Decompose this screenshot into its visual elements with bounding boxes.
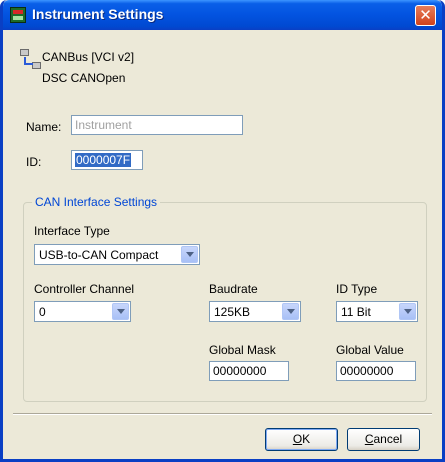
id-value: 0000007F — [75, 153, 132, 167]
cancel-button[interactable]: Cancel — [347, 428, 420, 451]
window-title: Instrument Settings — [32, 6, 164, 22]
baudrate-label: Baudrate — [209, 282, 258, 296]
ok-label-rest: K — [302, 432, 311, 446]
controller-channel-value: 0 — [39, 305, 46, 319]
controller-channel-select[interactable]: 0 — [34, 301, 131, 322]
global-value-value: 00000000 — [340, 364, 394, 378]
name-label: Name: — [26, 120, 62, 134]
id-input[interactable]: 0000007F — [71, 150, 143, 170]
ok-mnemonic: O — [292, 432, 303, 446]
ok-button[interactable]: OK — [265, 428, 338, 451]
interface-type-label: Interface Type — [34, 224, 110, 238]
id-type-value: 11 Bit — [341, 305, 371, 319]
dialog-content: CANBus [VCI v2] DSC CANOpen Name: Instru… — [3, 30, 442, 459]
chevron-down-icon[interactable] — [282, 303, 299, 320]
can-interface-group-title: CAN Interface Settings — [32, 195, 161, 209]
global-value-input[interactable]: 00000000 — [336, 361, 416, 381]
close-button[interactable]: ✕ — [415, 5, 436, 26]
network-icon — [20, 49, 42, 71]
id-type-select[interactable]: 11 Bit — [336, 301, 418, 322]
instrument-settings-dialog: Instrument Settings ✕ CANBus [VCI v2] DS… — [0, 0, 445, 462]
device-bus-label: CANBus [VCI v2] — [42, 50, 135, 64]
title-bar[interactable]: Instrument Settings ✕ — [3, 0, 442, 30]
device-protocol-label: DSC CANOpen — [42, 71, 126, 85]
global-mask-label: Global Mask — [209, 343, 276, 357]
chevron-down-icon[interactable] — [112, 303, 129, 320]
global-mask-value: 00000000 — [213, 364, 267, 378]
id-type-label: ID Type — [336, 282, 378, 296]
cancel-label-rest: ancel — [373, 432, 403, 446]
global-value-label: Global Value — [336, 343, 404, 357]
baudrate-select[interactable]: 125KB — [209, 301, 301, 322]
button-separator — [13, 413, 432, 415]
id-label: ID: — [26, 155, 42, 169]
name-input[interactable]: Instrument — [71, 115, 243, 135]
controller-channel-label: Controller Channel — [34, 282, 135, 296]
interface-type-value: USB-to-CAN Compact — [39, 248, 159, 262]
baudrate-value: 125KB — [214, 305, 251, 319]
global-mask-input[interactable]: 00000000 — [209, 361, 289, 381]
app-icon — [10, 7, 26, 23]
chevron-down-icon[interactable] — [399, 303, 416, 320]
interface-type-select[interactable]: USB-to-CAN Compact — [34, 244, 200, 265]
name-placeholder: Instrument — [75, 118, 132, 132]
chevron-down-icon[interactable] — [181, 246, 198, 263]
